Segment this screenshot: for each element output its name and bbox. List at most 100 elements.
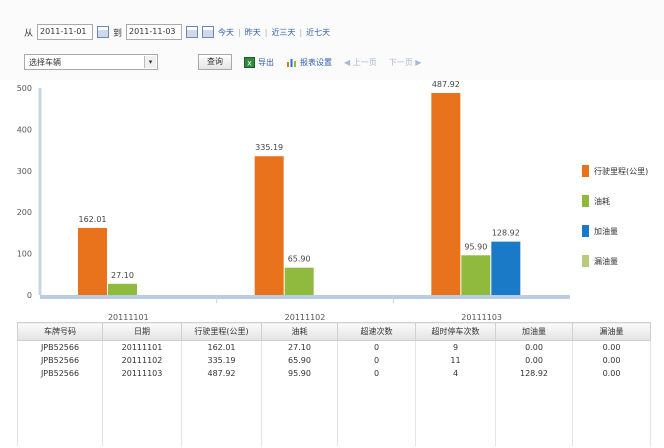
next-page-label: 下一页 [388, 57, 413, 67]
column-header-plate[interactable]: 车牌号码 [17, 322, 103, 341]
bar-chart: 0 100 200 300 400 500 162.01 27.10 20111101 335.1… [0, 80, 664, 320]
legend-swatch [582, 255, 589, 267]
column-header-refuel[interactable]: 加油量 [495, 322, 573, 341]
bar-data-label: 162.01 [79, 215, 107, 224]
vehicle-select-value: 选择车辆 [29, 58, 61, 67]
bar-data-label: 65.90 [288, 255, 311, 264]
cell-speeding: 0 [337, 353, 416, 367]
chevron-down-icon[interactable]: ▾ [144, 56, 156, 68]
cell-overtime-parking: 11 [415, 353, 496, 367]
x-axis-floor [40, 295, 570, 299]
bar [108, 283, 137, 295]
table-row[interactable]: JPB52566 20111101 162.01 27.10 0 9 0.00 … [17, 340, 651, 354]
legend-swatch [582, 165, 589, 177]
column-header-speeding[interactable]: 超速次数 [337, 322, 416, 341]
table-empty-area [17, 379, 651, 446]
to-label: 到 [113, 28, 123, 39]
excel-icon: x [244, 56, 255, 68]
cell-plate: JPB52566 [17, 353, 103, 367]
calendar-clear-icon[interactable] [202, 26, 215, 38]
calendar-icon[interactable] [186, 26, 199, 38]
report-settings-button[interactable]: 报表设置 [286, 57, 332, 68]
cell-overtime-parking: 9 [415, 340, 496, 354]
x-category-label: 20111103 [461, 313, 502, 320]
empty-cell [572, 379, 651, 446]
quick-link-today[interactable]: 今天 [218, 27, 234, 38]
chevron-left-icon: ◀ [344, 57, 351, 67]
table-row[interactable]: JPB52566 20111102 335.19 65.90 0 11 0.00… [17, 353, 651, 367]
legend-label: 漏油量 [594, 256, 618, 266]
cell-speeding: 0 [337, 340, 416, 354]
from-label: 从 [24, 28, 34, 39]
link-separator: | [264, 27, 268, 37]
svg-text:x: x [247, 58, 252, 67]
cell-leak: 0.00 [572, 366, 651, 380]
y-tick-label: 100 [17, 250, 32, 259]
report-chart-icon [287, 58, 296, 67]
table-header-row: 车牌号码 日期 行驶里程(公里) 油耗 超速次数 超时停车次数 加油量 漏油量 [17, 322, 651, 341]
x-category-label: 20111102 [285, 313, 326, 320]
empty-cell [102, 379, 182, 446]
table-row[interactable]: JPB52566 20111103 487.92 95.90 0 4 128.9… [17, 366, 651, 380]
empty-cell [495, 379, 573, 446]
query-button[interactable]: 查询 [198, 54, 232, 70]
cell-refuel: 128.92 [495, 366, 573, 380]
cell-refuel: 0.00 [495, 353, 573, 367]
vehicle-select[interactable]: 选择车辆 ▾ [24, 54, 158, 70]
bar [254, 156, 284, 295]
y-tick-label: 400 [17, 125, 32, 134]
legend-label: 加油量 [594, 226, 618, 236]
report-settings-label: 报表设置 [300, 57, 332, 67]
column-header-overtime-parking[interactable]: 超时停车次数 [415, 322, 496, 341]
next-page-button[interactable]: 下一页 ▶ [389, 57, 422, 68]
link-separator: | [238, 27, 241, 37]
bar [78, 227, 107, 295]
y-tick-label: 500 [17, 84, 32, 93]
export-label: 导出 [258, 57, 274, 67]
cell-mileage: 335.19 [181, 353, 262, 367]
bar-data-label: 487.92 [432, 80, 460, 89]
quick-link-yesterday[interactable]: 昨天 [245, 27, 261, 38]
y-tick-label: 0 [27, 291, 32, 300]
cell-date: 20111103 [102, 366, 182, 380]
cell-date: 20111101 [102, 340, 182, 354]
cell-mileage: 487.92 [181, 366, 262, 380]
export-button[interactable]: x 导出 [244, 56, 274, 68]
cell-leak: 0.00 [572, 340, 651, 354]
start-date-input[interactable]: 2011-11-01 [37, 24, 94, 40]
column-header-fuel[interactable]: 油耗 [261, 322, 338, 341]
data-table: 车牌号码 日期 行驶里程(公里) 油耗 超速次数 超时停车次数 加油量 漏油量 … [0, 322, 664, 448]
action-row: 选择车辆 ▾ 查询 x 导出 报表设置 ◀ 上一页 下一页 ▶ [24, 54, 421, 70]
quick-link-last-7-days[interactable]: 近七天 [306, 27, 330, 38]
cell-mileage: 162.01 [181, 340, 262, 354]
prev-page-button[interactable]: ◀ 上一页 [344, 57, 377, 68]
link-separator: | [299, 27, 303, 37]
calendar-icon[interactable] [97, 26, 110, 38]
cell-date: 20111102 [102, 353, 182, 367]
y-tick-label: 300 [17, 167, 32, 176]
cell-refuel: 0.00 [495, 340, 573, 354]
y-tick-label: 200 [17, 208, 32, 217]
legend-swatch [582, 225, 589, 237]
cell-plate: JPB52566 [17, 366, 103, 380]
quick-link-last-3-days[interactable]: 近三天 [271, 27, 295, 38]
bar-data-label: 128.92 [492, 229, 520, 238]
column-header-mileage[interactable]: 行驶里程(公里) [181, 322, 262, 341]
end-date-input[interactable]: 2011-11-03 [126, 24, 183, 40]
bar [491, 241, 521, 295]
legend-label: 油耗 [594, 196, 610, 206]
chevron-right-icon: ▶ [415, 57, 422, 67]
bar-data-label: 95.90 [464, 242, 487, 251]
empty-cell [17, 379, 103, 446]
column-header-leak[interactable]: 漏油量 [572, 322, 651, 341]
cell-overtime-parking: 4 [415, 366, 496, 380]
empty-cell [337, 379, 416, 446]
cell-leak: 0.00 [572, 353, 651, 367]
column-header-date[interactable]: 日期 [102, 322, 182, 341]
bar [284, 267, 314, 295]
empty-cell [181, 379, 262, 446]
empty-cell [415, 379, 496, 446]
bar-data-label: 335.19 [255, 143, 283, 152]
legend-label: 行驶里程(公里) [594, 166, 648, 176]
cell-fuel: 65.90 [261, 353, 338, 367]
